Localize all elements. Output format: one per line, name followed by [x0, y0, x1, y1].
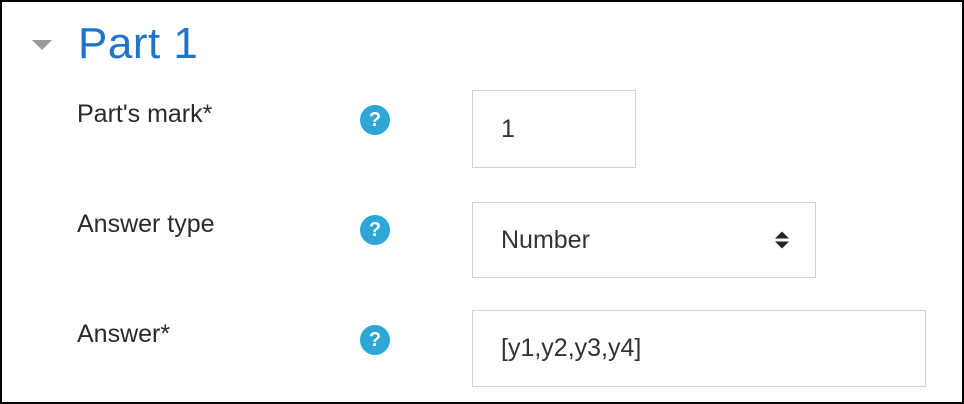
section-title: Part 1 — [78, 19, 199, 68]
answer-value: [y1,y2,y3,y4] — [501, 334, 642, 362]
parts-mark-value: 1 — [501, 114, 515, 143]
answer-label: Answer* — [77, 320, 171, 348]
answer-type-help-icon[interactable]: ? — [360, 215, 390, 245]
answer-input[interactable]: [y1,y2,y3,y4] — [472, 310, 926, 387]
parts-mark-help-icon[interactable]: ? — [360, 105, 390, 135]
form-section-frame: Part 1 Part's mark* ? 1 Answer type ? Nu… — [0, 0, 964, 404]
parts-mark-input[interactable]: 1 — [472, 90, 636, 168]
answer-help-icon[interactable]: ? — [360, 325, 390, 355]
chevron-down-icon[interactable] — [32, 40, 52, 50]
answer-type-select[interactable]: Number — [472, 202, 816, 278]
answer-type-label: Answer type — [77, 210, 215, 238]
sort-updown-icon — [775, 231, 789, 249]
parts-mark-label: Part's mark* — [77, 100, 213, 128]
section-header-part-1[interactable]: Part 1 — [32, 16, 198, 72]
answer-type-selected-value: Number — [501, 225, 590, 254]
